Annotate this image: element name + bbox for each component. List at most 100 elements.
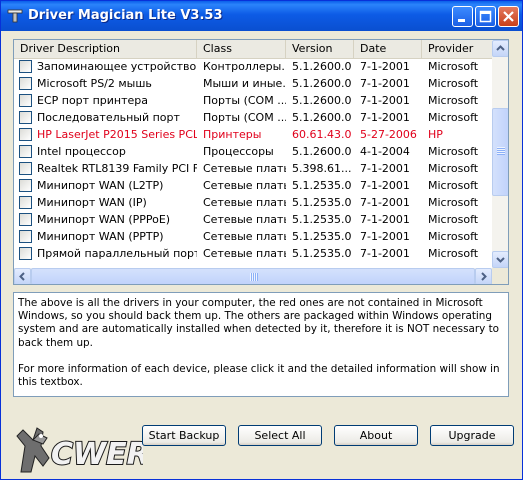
driver-description-cell: Минипорт WAN (PPTP) bbox=[14, 228, 197, 245]
driver-checkbox[interactable] bbox=[19, 213, 32, 226]
close-icon bbox=[503, 11, 514, 22]
driver-description-text: Последовательный порт bbox=[37, 111, 180, 124]
driver-row[interactable]: Минипорт WAN (PPTP) Сетевые платы 5.1.2535… bbox=[14, 228, 492, 245]
scroll-up-button[interactable] bbox=[492, 40, 508, 57]
driver-date-cell: 7-1-2001 bbox=[360, 94, 410, 107]
column-header-version[interactable]: Version bbox=[286, 40, 354, 58]
driver-checkbox[interactable] bbox=[19, 196, 32, 209]
driver-checkbox[interactable] bbox=[19, 179, 32, 192]
driver-version-cell: 5.1.2535.0 bbox=[292, 196, 352, 209]
driver-description-cell: Запоминающее устройство д... bbox=[14, 58, 197, 75]
driver-row[interactable]: Запоминающее устройство д... Контроллеры.… bbox=[14, 58, 492, 75]
driver-date-cell: 7-1-2001 bbox=[360, 247, 410, 260]
scroll-down-button[interactable] bbox=[492, 251, 508, 268]
driver-date-cell: 7-1-2001 bbox=[360, 111, 410, 124]
app-window: Driver Magician Lite V3.53 Driver Descri… bbox=[0, 0, 523, 480]
driver-checkbox[interactable] bbox=[19, 128, 32, 141]
driver-version-cell: 5.1.2600.0 bbox=[292, 94, 352, 107]
driver-provider-cell: Microsoft bbox=[428, 230, 479, 243]
driver-description-cell: ECP порт принтера bbox=[14, 92, 197, 109]
driver-class-cell: Сетевые платы bbox=[203, 196, 286, 209]
minimize-button[interactable] bbox=[452, 6, 473, 27]
driver-row[interactable]: Минипорт WAN (IP) Сетевые платы 5.1.2535.0… bbox=[14, 194, 492, 211]
horizontal-scroll-thumb[interactable] bbox=[31, 268, 475, 284]
driver-row[interactable]: ECP порт принтера Порты (COM ... 5.1.2600.… bbox=[14, 92, 492, 109]
driver-provider-cell: Microsoft bbox=[428, 179, 479, 192]
driver-provider-cell: Microsoft bbox=[428, 111, 479, 124]
start-backup-button[interactable]: Start Backup bbox=[142, 425, 226, 446]
driver-date-cell: 7-1-2001 bbox=[360, 60, 410, 73]
driver-version-cell: 5.1.2600.0 bbox=[292, 145, 352, 158]
driver-description-text: Прямой параллельный порт bbox=[37, 247, 197, 260]
info-paragraph-2: For more information of each device, ple… bbox=[18, 362, 500, 389]
title-bar[interactable]: Driver Magician Lite V3.53 bbox=[1, 1, 522, 31]
driver-description-cell: Последовательный порт bbox=[14, 109, 197, 126]
upgrade-button[interactable]: Upgrade bbox=[430, 425, 514, 446]
driver-description-cell: Минипорт WAN (L2TP) bbox=[14, 177, 197, 194]
window-title: Driver Magician Lite V3.53 bbox=[28, 8, 223, 23]
column-header-provider[interactable]: Provider bbox=[422, 40, 492, 58]
list-header: Driver Description Class Version Date Pr… bbox=[14, 40, 492, 59]
scroll-right-button[interactable] bbox=[475, 268, 492, 284]
vertical-scrollbar[interactable] bbox=[492, 40, 508, 268]
scrollbar-corner bbox=[492, 268, 508, 284]
driver-row[interactable]: Минипорт WAN (PPPoE) Сетевые платы 5.1.253… bbox=[14, 211, 492, 228]
driver-description-text: ECP порт принтера bbox=[37, 94, 148, 107]
driver-description-text: Realtek RTL8139 Family PCI F... bbox=[37, 162, 197, 175]
driver-row[interactable]: Прямой параллельный порт Сетевые платы 5.1… bbox=[14, 245, 492, 262]
driver-class-cell: Сетевые платы bbox=[203, 247, 286, 260]
driver-row[interactable]: Последовательный порт Порты (COM ... 5.1.2… bbox=[14, 109, 492, 126]
driver-checkbox[interactable] bbox=[19, 145, 32, 158]
list-body: Запоминающее устройство д... Контроллеры.… bbox=[14, 58, 492, 262]
driver-checkbox[interactable] bbox=[19, 230, 32, 243]
driver-class-cell: Сетевые платы bbox=[203, 213, 286, 226]
close-button[interactable] bbox=[498, 6, 519, 27]
driver-provider-cell: Microsoft bbox=[428, 213, 479, 226]
driver-list[interactable]: Driver Description Class Version Date Pr… bbox=[13, 39, 509, 285]
driver-provider-cell: Microsoft bbox=[428, 60, 479, 73]
arrow-down-icon bbox=[496, 257, 505, 263]
info-textbox[interactable]: The above is all the drivers in your com… bbox=[13, 292, 509, 397]
driver-row[interactable]: Microsoft PS/2 мышь Мыши и иные... 5.1.260… bbox=[14, 75, 492, 92]
driver-provider-cell: Microsoft bbox=[428, 162, 479, 175]
driver-class-cell: Принтеры bbox=[203, 128, 262, 141]
driver-provider-cell: Microsoft bbox=[428, 94, 479, 107]
driver-class-cell: Контроллеры... bbox=[203, 60, 286, 73]
arrow-right-icon bbox=[481, 272, 487, 281]
driver-row[interactable]: Минипорт WAN (L2TP) Сетевые платы 5.1.2535… bbox=[14, 177, 492, 194]
driver-description-cell: Минипорт WAN (PPPoE) bbox=[14, 211, 197, 228]
scroll-left-button[interactable] bbox=[14, 268, 31, 284]
driver-description-cell: Realtek RTL8139 Family PCI F... bbox=[14, 160, 197, 177]
column-header-description[interactable]: Driver Description bbox=[14, 40, 197, 58]
horizontal-scrollbar[interactable] bbox=[14, 268, 492, 284]
driver-class-cell: Сетевые платы bbox=[203, 162, 286, 175]
driver-class-cell: Порты (COM ... bbox=[203, 94, 286, 107]
driver-description-text: Запоминающее устройство д... bbox=[37, 60, 197, 73]
column-header-date[interactable]: Date bbox=[354, 40, 422, 58]
column-header-class[interactable]: Class bbox=[197, 40, 286, 58]
driver-checkbox[interactable] bbox=[19, 247, 32, 260]
driver-version-cell: 5.1.2535.0 bbox=[292, 247, 352, 260]
cwer-logo: CWER.RU bbox=[16, 427, 143, 473]
driver-checkbox[interactable] bbox=[19, 77, 32, 90]
minimize-icon bbox=[458, 19, 465, 22]
driver-checkbox[interactable] bbox=[19, 60, 32, 73]
select-all-button[interactable]: Select All bbox=[238, 425, 322, 446]
driver-row[interactable]: Realtek RTL8139 Family PCI F... Сетевые п… bbox=[14, 160, 492, 177]
vertical-scroll-thumb[interactable] bbox=[492, 108, 508, 196]
logo-text: CWER.RU bbox=[51, 437, 143, 472]
driver-description-text: Минипорт WAN (IP) bbox=[37, 196, 147, 209]
driver-row[interactable]: HP LaserJet P2015 Series PCL 6 Принтеры 60… bbox=[14, 126, 492, 143]
driver-description-cell: Intel процессор bbox=[14, 143, 197, 160]
driver-row[interactable]: Intel процессор Процессоры 5.1.2600.0 4-1-2… bbox=[14, 143, 492, 160]
info-paragraph-1: The above is all the drivers in your com… bbox=[18, 297, 500, 349]
driver-checkbox[interactable] bbox=[19, 162, 32, 175]
maximize-button[interactable] bbox=[475, 6, 496, 27]
driver-provider-cell: HP bbox=[428, 128, 443, 141]
driver-date-cell: 4-1-2004 bbox=[360, 145, 410, 158]
driver-version-cell: 5.398.61... bbox=[292, 162, 352, 175]
about-button[interactable]: About bbox=[334, 425, 418, 446]
driver-date-cell: 7-1-2001 bbox=[360, 77, 410, 90]
driver-checkbox[interactable] bbox=[19, 94, 32, 107]
driver-checkbox[interactable] bbox=[19, 111, 32, 124]
